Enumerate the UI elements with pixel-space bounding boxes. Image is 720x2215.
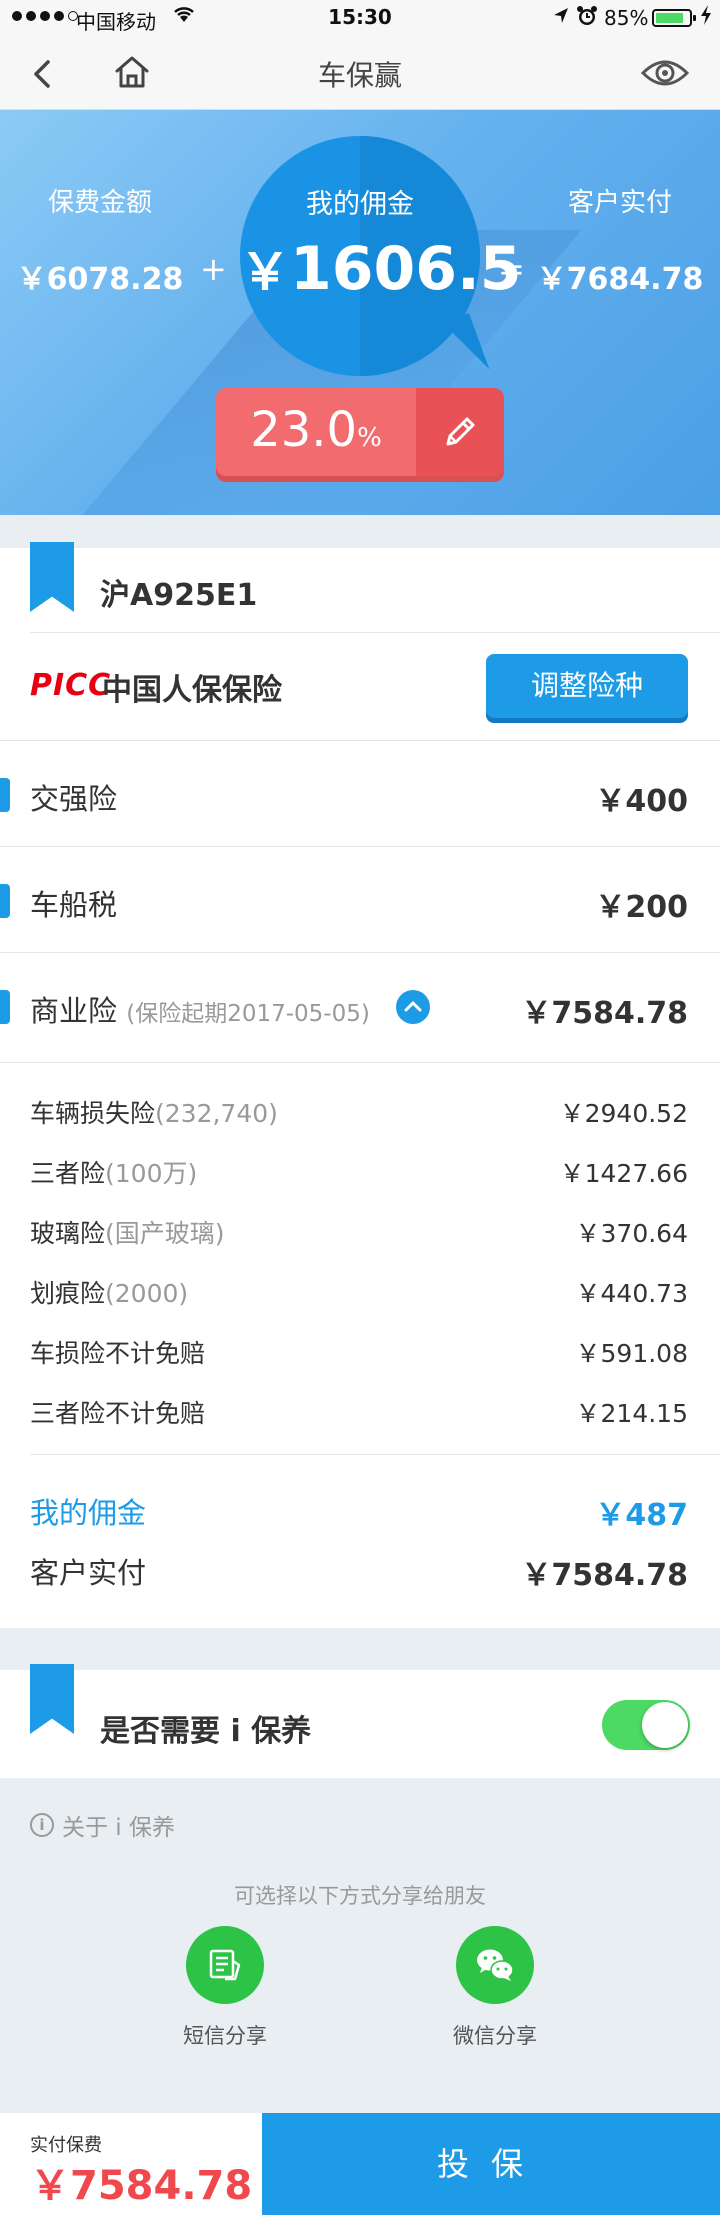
detail-item-name: 三者险不计免赔 bbox=[30, 1394, 205, 1430]
divider bbox=[30, 632, 720, 633]
bookmark-icon bbox=[30, 1664, 74, 1734]
battery-percent: 85% bbox=[604, 6, 649, 30]
page-title: 车保赢 bbox=[317, 59, 402, 92]
row-marker bbox=[0, 990, 10, 1024]
license-plate: 沪A925E1 bbox=[100, 578, 258, 613]
detail-name: 车损险不计免赔 bbox=[30, 1339, 206, 1368]
detail-sub: (2000) bbox=[105, 1279, 189, 1308]
divider bbox=[0, 846, 720, 847]
premium-label: 保费金额 bbox=[47, 188, 152, 218]
bottom-action-bar: 实付保费 ￥7584.78 投保 bbox=[0, 2113, 720, 2215]
actual-premium-amount: ￥7584.78 bbox=[30, 2163, 253, 2209]
my-commission-label: 我的佣金 bbox=[30, 1496, 147, 1530]
alarm-clock-icon bbox=[576, 4, 598, 33]
wechat-icon bbox=[477, 1949, 514, 1981]
pencil-icon bbox=[446, 417, 475, 446]
detail-item-value: ￥1427.66 bbox=[559, 1159, 688, 1188]
commission-currency: ￥ bbox=[240, 243, 290, 301]
customer-paid-label: 客户实付 bbox=[567, 188, 672, 218]
commission-rate: 23.0% bbox=[216, 402, 416, 458]
commercial-insurance-start-date: (保险起期2017-05-05) bbox=[126, 1001, 370, 1027]
commission-amount: ￥1606.5 bbox=[240, 232, 522, 304]
charging-bolt-icon bbox=[700, 4, 712, 31]
bookmark-icon bbox=[30, 542, 74, 612]
sms-share-label: 短信分享 bbox=[183, 2024, 267, 2048]
switch-knob bbox=[642, 1702, 688, 1748]
wechat-share-label: 微信分享 bbox=[453, 2024, 537, 2048]
customer-paid-total-label: 客户实付 bbox=[30, 1556, 147, 1590]
premium-amount: ￥6078.28 bbox=[16, 262, 184, 297]
about-maintenance-text: 关于 i 保养 bbox=[62, 1815, 176, 1841]
maintenance-toggle-switch[interactable] bbox=[602, 1700, 690, 1750]
commercial-insurance-label: 商业险 (保险起期2017-05-05) bbox=[30, 988, 370, 1030]
commercial-insurance-name: 商业险 bbox=[30, 994, 118, 1028]
divider bbox=[0, 740, 720, 741]
detail-item-name: 三者险(100万) bbox=[30, 1154, 197, 1190]
policy-card: 沪A925E1 PICC 中国人保保险 调整险种 交强险 ￥400 车船税 ￥2… bbox=[0, 542, 720, 1628]
divider bbox=[30, 1454, 720, 1455]
wechat-share-button[interactable] bbox=[456, 1926, 534, 2004]
divider bbox=[0, 1062, 720, 1063]
detail-sub: (国产玻璃) bbox=[105, 1219, 225, 1248]
detail-name: 三者险 bbox=[30, 1159, 106, 1188]
plus-sign: + bbox=[200, 250, 227, 288]
adjust-coverage-button[interactable]: 调整险种 bbox=[486, 654, 688, 718]
compulsory-insurance-label: 交强险 bbox=[30, 782, 118, 816]
maintenance-card: 是否需要 i 保养 bbox=[0, 1664, 720, 1778]
commission-summary-panel: 保费金额 ￥6078.28 + 我的佣金 ￥1606.5 = 客户实付 ￥768… bbox=[0, 110, 720, 515]
navigation-bar: 车保赢 bbox=[0, 36, 720, 110]
commission-value: 1606.5 bbox=[290, 234, 522, 304]
commercial-insurance-value: ￥7584.78 bbox=[521, 996, 688, 1031]
commission-label: 我的佣金 bbox=[306, 189, 414, 220]
eye-icon[interactable] bbox=[640, 56, 690, 90]
detail-item-name: 玻璃险(国产玻璃) bbox=[30, 1214, 225, 1250]
detail-name: 三者险不计免赔 bbox=[30, 1399, 206, 1428]
info-icon: i bbox=[30, 1813, 54, 1837]
customer-paid-total-value: ￥7584.78 bbox=[521, 1558, 688, 1593]
detail-item-name: 车辆损失险(232,740) bbox=[30, 1094, 278, 1130]
chevron-up-icon bbox=[404, 1001, 422, 1012]
status-bar: 中国移动 15:30 85% bbox=[0, 0, 720, 36]
detail-item-value: ￥370.64 bbox=[575, 1219, 688, 1248]
sms-share-button[interactable] bbox=[186, 1926, 264, 2004]
detail-sub: (232,740) bbox=[155, 1099, 278, 1128]
detail-name: 玻璃险 bbox=[30, 1219, 106, 1248]
detail-item-value: ￥214.15 bbox=[575, 1399, 688, 1428]
insurer-name: 中国人保保险 bbox=[102, 673, 282, 708]
my-commission-value: ￥487 bbox=[595, 1498, 688, 1533]
battery-icon bbox=[652, 9, 696, 27]
detail-name: 车辆损失险 bbox=[30, 1099, 156, 1128]
about-maintenance-link[interactable]: i 关于 i 保养 bbox=[30, 1808, 175, 1842]
share-hint: 可选择以下方式分享给朋友 bbox=[234, 1884, 486, 1908]
picc-logo: PICC bbox=[30, 668, 112, 703]
commission-rate-unit: % bbox=[357, 423, 382, 453]
collapse-toggle-button[interactable] bbox=[396, 990, 430, 1024]
row-marker bbox=[0, 884, 10, 918]
detail-name: 划痕险 bbox=[30, 1279, 106, 1308]
divider bbox=[0, 952, 720, 953]
equals-sign: = bbox=[498, 250, 525, 288]
detail-item-value: ￥440.73 bbox=[575, 1279, 688, 1308]
insure-button[interactable]: 投保 bbox=[262, 2113, 720, 2215]
vehicle-tax-label: 车船税 bbox=[30, 888, 118, 922]
location-arrow-icon bbox=[552, 5, 570, 32]
commission-rate-value: 23.0 bbox=[250, 402, 358, 458]
detail-sub: (100万) bbox=[105, 1159, 198, 1188]
row-marker bbox=[0, 778, 10, 812]
commission-rate-control[interactable]: 23.0% bbox=[216, 388, 504, 476]
customer-paid-amount: ￥7684.78 bbox=[536, 262, 704, 297]
detail-item-value: ￥591.08 bbox=[575, 1339, 688, 1368]
vehicle-tax-value: ￥200 bbox=[595, 890, 688, 925]
edit-rate-button[interactable] bbox=[416, 388, 504, 476]
detail-item-name: 车损险不计免赔 bbox=[30, 1334, 205, 1370]
compulsory-insurance-value: ￥400 bbox=[595, 784, 688, 819]
maintenance-label: 是否需要 i 保养 bbox=[100, 1714, 312, 1749]
detail-item-value: ￥2940.52 bbox=[559, 1099, 688, 1128]
sms-document-icon bbox=[209, 1949, 241, 1981]
detail-item-name: 划痕险(2000) bbox=[30, 1274, 188, 1310]
